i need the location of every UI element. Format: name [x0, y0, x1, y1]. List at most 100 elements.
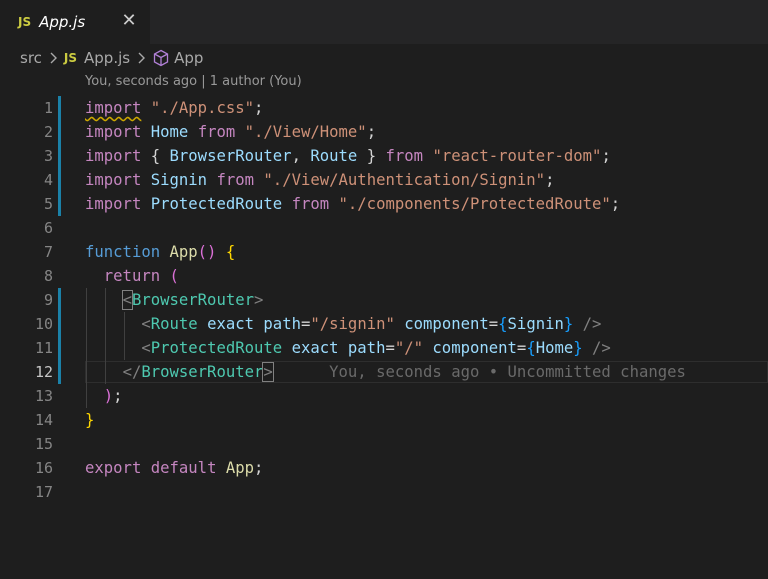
code-line[interactable]: 3 import { BrowserRouter, Route } from "… — [0, 144, 768, 168]
line-number: 16 — [34, 459, 53, 477]
string: "/signin" — [310, 315, 395, 333]
tag-bracket: /> — [582, 315, 602, 333]
line-number: 5 — [43, 195, 53, 213]
identifier: Route — [310, 147, 358, 165]
bracket: { — [225, 243, 236, 261]
tag-bracket: < — [141, 339, 151, 357]
identifier: Home — [150, 123, 189, 141]
punctuation: ; — [366, 123, 377, 141]
line-number: 12 — [34, 363, 53, 381]
keyword: from — [197, 123, 236, 141]
code-line[interactable]: 5 import ProtectedRoute from "./componen… — [0, 192, 768, 216]
tag-bracket: > — [254, 291, 264, 309]
tag-bracket: < — [121, 290, 133, 310]
line-number: 15 — [34, 435, 53, 453]
string: "react-router-dom" — [432, 147, 602, 165]
string: "./View/Authentication/Signin" — [263, 171, 546, 189]
tab-title: App.js — [39, 13, 86, 31]
inline-blame: You, seconds ago • Uncommitted changes — [329, 363, 686, 381]
line-number: 13 — [34, 387, 53, 405]
string: "./components/ProtectedRoute" — [338, 195, 611, 213]
code-line[interactable]: 4 import Signin from "./View/Authenticat… — [0, 168, 768, 192]
code-editor[interactable]: 1 import "./App.css"; 2 import Home from… — [0, 96, 768, 579]
line-number: 17 — [34, 483, 53, 501]
jsx-attribute: component — [404, 315, 489, 333]
js-file-icon: JS — [18, 15, 32, 29]
punctuation: ; — [254, 459, 264, 477]
line-number: 4 — [43, 171, 53, 189]
keyword: function — [85, 243, 161, 261]
bracket: () — [197, 243, 217, 261]
function-name: App — [169, 243, 198, 261]
keyword: from — [291, 195, 330, 213]
symbol-cube-icon — [153, 49, 169, 67]
tag-bracket: > — [262, 362, 274, 382]
bracket: } — [573, 339, 583, 357]
js-file-icon: JS — [63, 51, 78, 65]
punctuation: ; — [601, 147, 611, 165]
bracket: } — [563, 315, 574, 333]
punctuation: = — [300, 315, 311, 333]
keyword: from — [216, 171, 255, 189]
breadcrumb: src JS App.js App — [20, 47, 203, 69]
code-line[interactable]: 9 <BrowserRouter> — [0, 288, 768, 312]
identifier: Signin — [150, 171, 208, 189]
tab-bar: JS App.js ✕ — [0, 0, 768, 44]
punctuation: ; — [113, 387, 123, 405]
jsx-attribute: exact — [291, 339, 339, 357]
line-number: 3 — [43, 147, 53, 165]
breadcrumb-symbol[interactable]: App — [174, 49, 203, 67]
identifier: BrowserRouter — [169, 147, 292, 165]
line-number: 2 — [43, 123, 53, 141]
code-line[interactable]: 2 import Home from "./View/Home"; — [0, 120, 768, 144]
close-icon[interactable]: ✕ — [120, 12, 138, 30]
bracket: ) — [103, 387, 114, 405]
jsx-attribute: exact — [207, 315, 255, 333]
string: "./App.css" — [150, 99, 255, 117]
code-line[interactable]: 17 — [0, 480, 768, 504]
keyword: import — [85, 195, 142, 213]
code-line[interactable]: 13 ); — [0, 384, 768, 408]
jsx-tag: BrowserRouter — [141, 363, 264, 381]
bracket: { — [526, 339, 536, 357]
code-line[interactable]: 6 — [0, 216, 768, 240]
codelens-blame[interactable]: You, seconds ago | 1 author (You) — [85, 74, 302, 89]
code-line[interactable]: 8 return ( — [0, 264, 768, 288]
identifier: ProtectedRoute — [150, 195, 283, 213]
line-number: 9 — [43, 291, 53, 309]
code-line[interactable]: 12 </BrowserRouter> You, seconds ago • U… — [0, 360, 768, 384]
line-number: 8 — [43, 267, 53, 285]
breadcrumb-folder[interactable]: src — [20, 49, 42, 67]
code-line[interactable]: 15 — [0, 432, 768, 456]
keyword: from — [385, 147, 424, 165]
punctuation: } — [366, 147, 377, 165]
line-number: 11 — [34, 339, 53, 357]
string: "./View/Home" — [244, 123, 367, 141]
punctuation: = — [516, 339, 527, 357]
line-number: 14 — [34, 411, 53, 429]
punctuation: = — [488, 315, 499, 333]
tag-bracket: < — [141, 315, 151, 333]
jsx-attribute: path — [263, 315, 301, 333]
code-line[interactable]: 14 } — [0, 408, 768, 432]
code-line[interactable]: 16 export default App; — [0, 456, 768, 480]
code-line[interactable]: 10 <Route exact path="/signin" component… — [0, 312, 768, 336]
bracket: ( — [169, 267, 179, 285]
punctuation: , — [291, 147, 301, 165]
punctuation: { — [150, 147, 161, 165]
string: "/" — [394, 339, 424, 357]
keyword: import — [85, 147, 142, 165]
punctuation: = — [385, 339, 395, 357]
tab-app-js[interactable]: JS App.js ✕ — [0, 0, 150, 44]
tag-bracket: </ — [122, 363, 142, 381]
tag-bracket: /> — [592, 339, 611, 357]
code-line[interactable]: 1 import "./App.css"; — [0, 96, 768, 120]
line-number: 7 — [43, 243, 53, 261]
jsx-tag: Route — [150, 315, 198, 333]
keyword: import — [85, 99, 142, 117]
breadcrumb-file[interactable]: App.js — [84, 49, 130, 67]
code-line[interactable]: 7 function App() { — [0, 240, 768, 264]
keyword: return — [103, 267, 161, 285]
line-number: 10 — [34, 315, 53, 333]
code-line[interactable]: 11 <ProtectedRoute exact path="/" compon… — [0, 336, 768, 360]
